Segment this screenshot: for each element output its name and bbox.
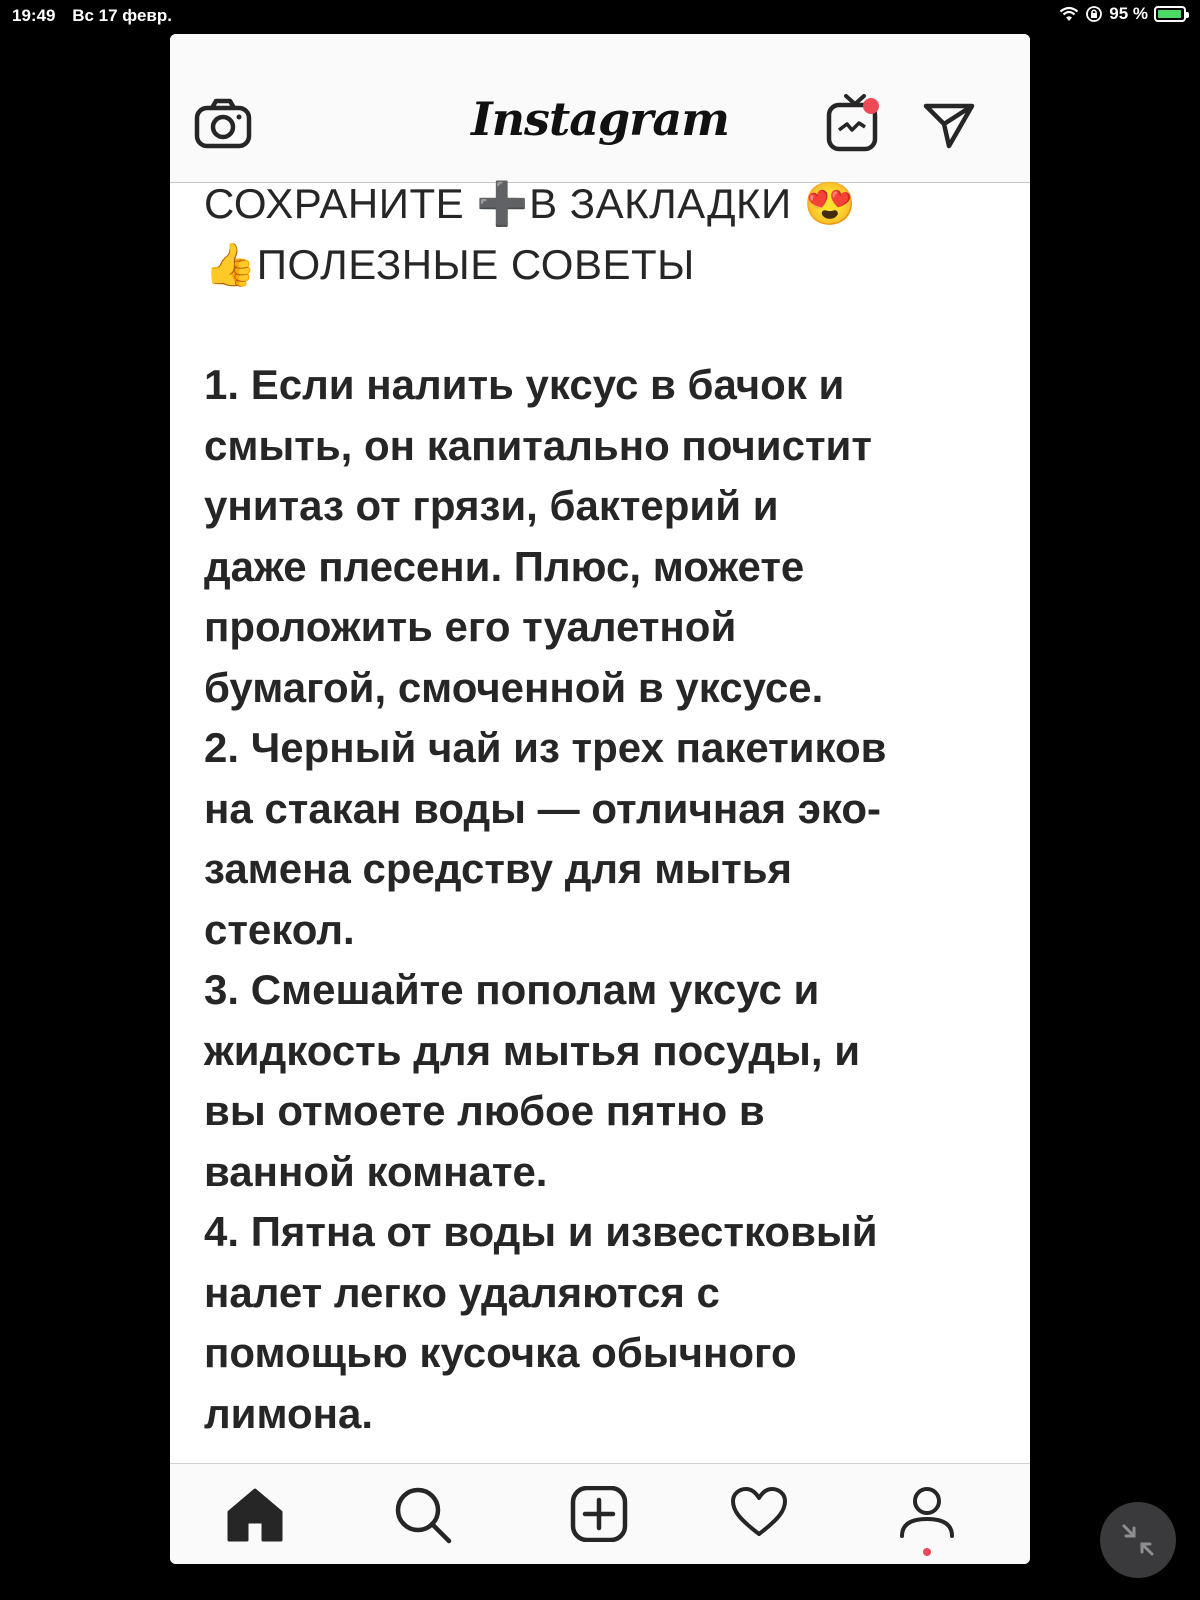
new-post-icon[interactable] (570, 1486, 628, 1542)
post-body-line: налет легко удаляются с (204, 1268, 720, 1316)
post-body-line: бумагой, смоченной в уксусе. (204, 663, 824, 711)
tab-bar (170, 1463, 1030, 1564)
post-body-line: помощью кусочка обычного (204, 1329, 797, 1376)
notification-dot (863, 98, 879, 114)
post-body-line: стекол. (204, 905, 355, 953)
battery-percent: 95 % (1109, 4, 1148, 23)
activity-heart-icon[interactable] (730, 1486, 788, 1538)
post-body-line: вы отмоете любое пятно в (204, 1087, 765, 1134)
collapse-icon (1122, 1524, 1154, 1556)
post-headline-2: 👍ПОЛЕЗНЫЕ СОВЕТЫ (204, 240, 695, 288)
instagram-logo: Instagram (471, 92, 730, 146)
post-headline-1: СОХРАНИТЕ ➕В ЗАКЛАДКИ 😍 (204, 180, 857, 227)
battery-icon (1154, 6, 1189, 22)
post-body-line: 1. Если налить уксус в бачок и (204, 361, 845, 408)
status-date: Вс 17 февр. (72, 6, 172, 25)
post-body-line: унитаз от грязи, бактерий и (204, 482, 779, 529)
post-body-line: даже плесени. Плюс, можете (204, 542, 805, 590)
post-body-line: на стакан воды — отличная эко- (204, 784, 882, 832)
status-time: 19:49 (12, 6, 56, 25)
search-icon[interactable] (394, 1486, 452, 1544)
app-header: Instagram (170, 34, 1030, 183)
battery-fill (1158, 10, 1181, 18)
status-bar: 19:49 Вс 17 февр. 95 % (0, 0, 1200, 30)
instagram-app: Instagram СОХРАНИТЕ ➕В ЗАКЛАДКИ 😍 👍ПОЛЕЗ… (170, 34, 1030, 1564)
post-body-line: жидкость для мытья посуды, и (204, 1026, 861, 1074)
direct-message-icon[interactable] (922, 100, 976, 150)
post-body-line: смыть, он капитально почистит (204, 421, 872, 469)
post-body-line: проложить его туалетной (204, 603, 737, 650)
wifi-icon (1060, 6, 1079, 21)
orientation-lock-icon (1086, 6, 1103, 22)
profile-icon[interactable] (898, 1486, 956, 1546)
home-icon[interactable] (226, 1486, 284, 1542)
profile-notification-dot (923, 1548, 931, 1556)
igtv-icon[interactable] (824, 92, 886, 154)
post-body: 1. Если налить уксус в бачок и смыть, он … (204, 355, 1004, 1444)
post-body-line: 4. Пятна от воды и известковый (204, 1208, 878, 1255)
exit-fullscreen-button[interactable] (1100, 1502, 1176, 1578)
post-body-line: замена средству для мытья (204, 845, 793, 892)
post-text: СОХРАНИТЕ ➕В ЗАКЛАДКИ 😍 👍ПОЛЕЗНЫЕ СОВЕТЫ… (204, 174, 1004, 1444)
post-body-line: 3. Смешайте пополам уксус и (204, 966, 820, 1013)
post-body-line: лимона. (204, 1389, 374, 1437)
post-body-line: 2. Черный чай из трех пакетиков (204, 724, 887, 771)
post-body-line: ванной комнате. (204, 1147, 548, 1195)
